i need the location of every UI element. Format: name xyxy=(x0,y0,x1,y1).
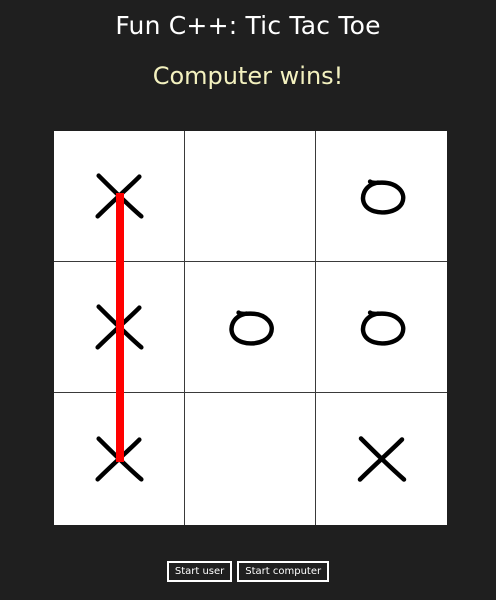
board-cell[interactable] xyxy=(316,131,447,262)
board-cell[interactable] xyxy=(54,393,185,525)
game-controls: Start user Start computer xyxy=(0,561,496,582)
app-window: Fun C++: Tic Tac Toe Computer wins! Star… xyxy=(0,0,496,600)
o-mark-icon xyxy=(229,310,274,346)
x-mark-icon xyxy=(357,436,407,482)
board-cell[interactable] xyxy=(54,131,185,262)
board-cell[interactable] xyxy=(316,262,447,393)
x-mark-icon xyxy=(95,304,144,350)
start-computer-button[interactable]: Start computer xyxy=(237,561,330,582)
start-user-button[interactable]: Start user xyxy=(166,561,233,582)
board-cell[interactable] xyxy=(185,393,316,525)
x-mark-icon xyxy=(95,436,144,482)
board-cell[interactable] xyxy=(316,393,447,525)
o-mark-icon xyxy=(360,179,406,215)
board-cell[interactable] xyxy=(185,262,316,393)
board-cell[interactable] xyxy=(185,131,316,262)
game-status: Computer wins! xyxy=(152,62,344,90)
app-title: Fun C++: Tic Tac Toe xyxy=(115,11,381,40)
game-board xyxy=(54,131,447,525)
o-mark-icon xyxy=(360,310,406,346)
board-cell[interactable] xyxy=(54,262,185,393)
x-mark-icon xyxy=(95,173,144,219)
